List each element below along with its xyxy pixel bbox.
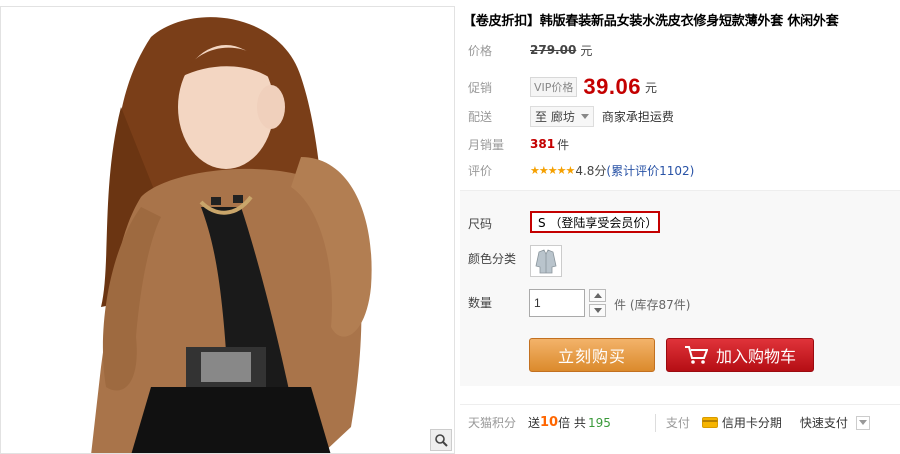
promo-label: 促销 [468,80,493,95]
points-mid: 倍 共 [558,416,586,430]
qty-increase-button[interactable] [589,289,606,302]
region-value: 至 廊坊 [535,109,575,124]
promo-price: 39.06 [583,74,641,99]
color-row: 颜色分类 [468,248,530,268]
review-count-link[interactable]: (累计评价1102) [606,162,694,179]
color-label: 颜色分类 [468,251,517,266]
quick-pay-link[interactable]: 快速支付 [800,414,848,431]
original-price: 279.00 [530,43,577,57]
divider [654,413,656,432]
more-pay-button[interactable] [855,415,870,430]
buy-now-button[interactable]: 立刻购买 [529,338,655,372]
product-title: 【卷皮折扣】韩版春装新品女装水洗皮衣修身短款薄外套 休闲外套 [463,14,839,29]
price-label: 价格 [468,43,493,58]
promo-unit: 元 [644,80,657,95]
add-to-cart-label: 加入购物车 [715,347,796,366]
credit-card-icon [701,417,718,428]
quantity-input[interactable] [529,289,585,317]
price-row: 价格 279.00 元 [468,40,592,60]
points-prefix: 送 [528,416,541,430]
add-to-cart-button[interactable]: 加入购物车 [666,338,814,372]
sales-label: 月销量 [468,137,505,152]
pay-label: 支付 [665,416,690,430]
promo-row: 促销 VIP价格 39.06 元 [468,74,657,100]
shipping-label: 配送 [468,109,493,124]
stock-text: 件 (库存87件) [614,298,691,312]
size-option[interactable]: S （登陆享受会员价） [530,211,660,233]
rating-row: 评价 ★★★★★ 4.8分 (累计评价1102) [468,160,694,180]
region-select[interactable]: 至 廊坊 [530,105,594,127]
bottom-info-bar: 天猫积分 送 10 倍 共 195 支付 信用卡分期 快速支付 [460,404,900,440]
points-multiplier: 10 [540,415,559,430]
model-photo [1,7,454,453]
size-label: 尺码 [468,216,493,231]
shipping-note: 商家承担运费 [601,109,674,124]
jacket-thumbnail-icon [535,249,557,274]
magnifier-icon [435,434,448,447]
buy-now-label: 立刻购买 [557,347,626,366]
size-row: 尺码 [468,213,530,233]
sales-row: 月销量 381 件 [468,134,569,154]
size-option-text: S （登陆享受会员价） [538,215,658,230]
chevron-up-icon [593,293,602,298]
price-unit: 元 [580,43,593,58]
sales-count: 381 [530,137,556,151]
color-swatch[interactable] [530,245,562,277]
points-total: 195 [587,415,611,430]
cart-icon [684,346,708,364]
qty-decrease-button[interactable] [589,304,606,317]
rating-label: 评价 [468,163,493,178]
vip-price-tag: VIP价格 [530,77,578,97]
shipping-row: 配送 至 廊坊 商家承担运费 [468,105,674,127]
star-rating-icon: ★★★★★ [530,163,575,177]
points-label: 天猫积分 [468,416,517,430]
sales-unit: 件 [557,137,570,152]
credit-installment-link[interactable]: 信用卡分期 [722,414,782,431]
product-image[interactable] [0,6,455,454]
qty-label: 数量 [468,295,493,310]
chevron-down-icon [593,308,602,313]
chevron-down-icon [858,420,867,425]
rating-score: 4.8分 [575,163,607,178]
chevron-down-icon [580,113,589,119]
qty-row: 数量 [468,292,530,312]
zoom-button[interactable] [430,429,452,451]
